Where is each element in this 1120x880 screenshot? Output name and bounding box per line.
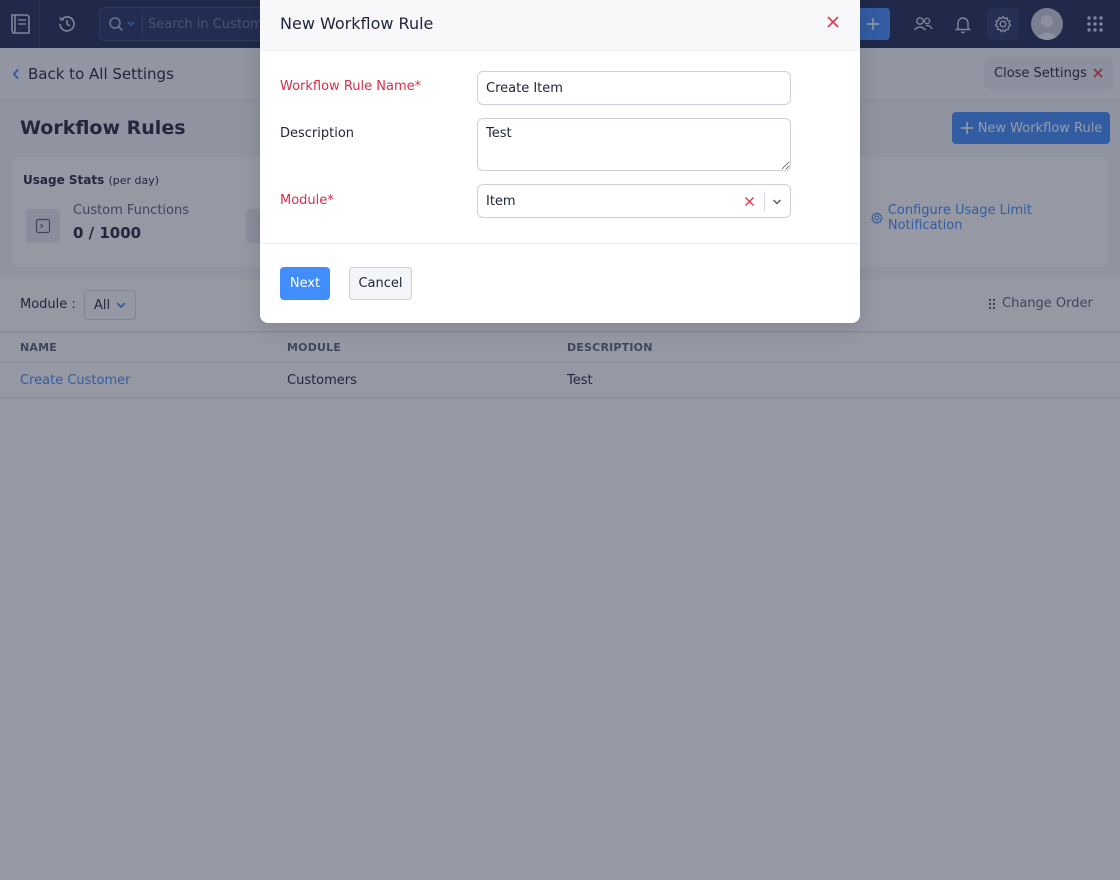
select-separator bbox=[764, 192, 765, 212]
module-select[interactable]: Item bbox=[477, 184, 791, 218]
description-label: Description bbox=[280, 126, 355, 141]
clear-icon[interactable] bbox=[744, 196, 755, 207]
new-workflow-rule-modal: New Workflow Rule Workflow Rule Name* De… bbox=[260, 0, 860, 323]
modal-header: New Workflow Rule bbox=[260, 0, 860, 51]
module-select-value: Item bbox=[486, 194, 516, 209]
modal-footer-divider bbox=[260, 243, 860, 244]
cancel-button[interactable]: Cancel bbox=[349, 267, 412, 300]
description-textarea[interactable]: Test bbox=[477, 118, 791, 171]
chevron-down-icon[interactable] bbox=[772, 197, 782, 207]
modal-title: New Workflow Rule bbox=[280, 14, 434, 33]
rule-name-input[interactable] bbox=[477, 71, 791, 105]
next-button[interactable]: Next bbox=[280, 267, 330, 300]
module-label: Module* bbox=[280, 193, 334, 208]
rule-name-label: Workflow Rule Name* bbox=[280, 79, 422, 94]
close-icon[interactable] bbox=[826, 15, 840, 29]
